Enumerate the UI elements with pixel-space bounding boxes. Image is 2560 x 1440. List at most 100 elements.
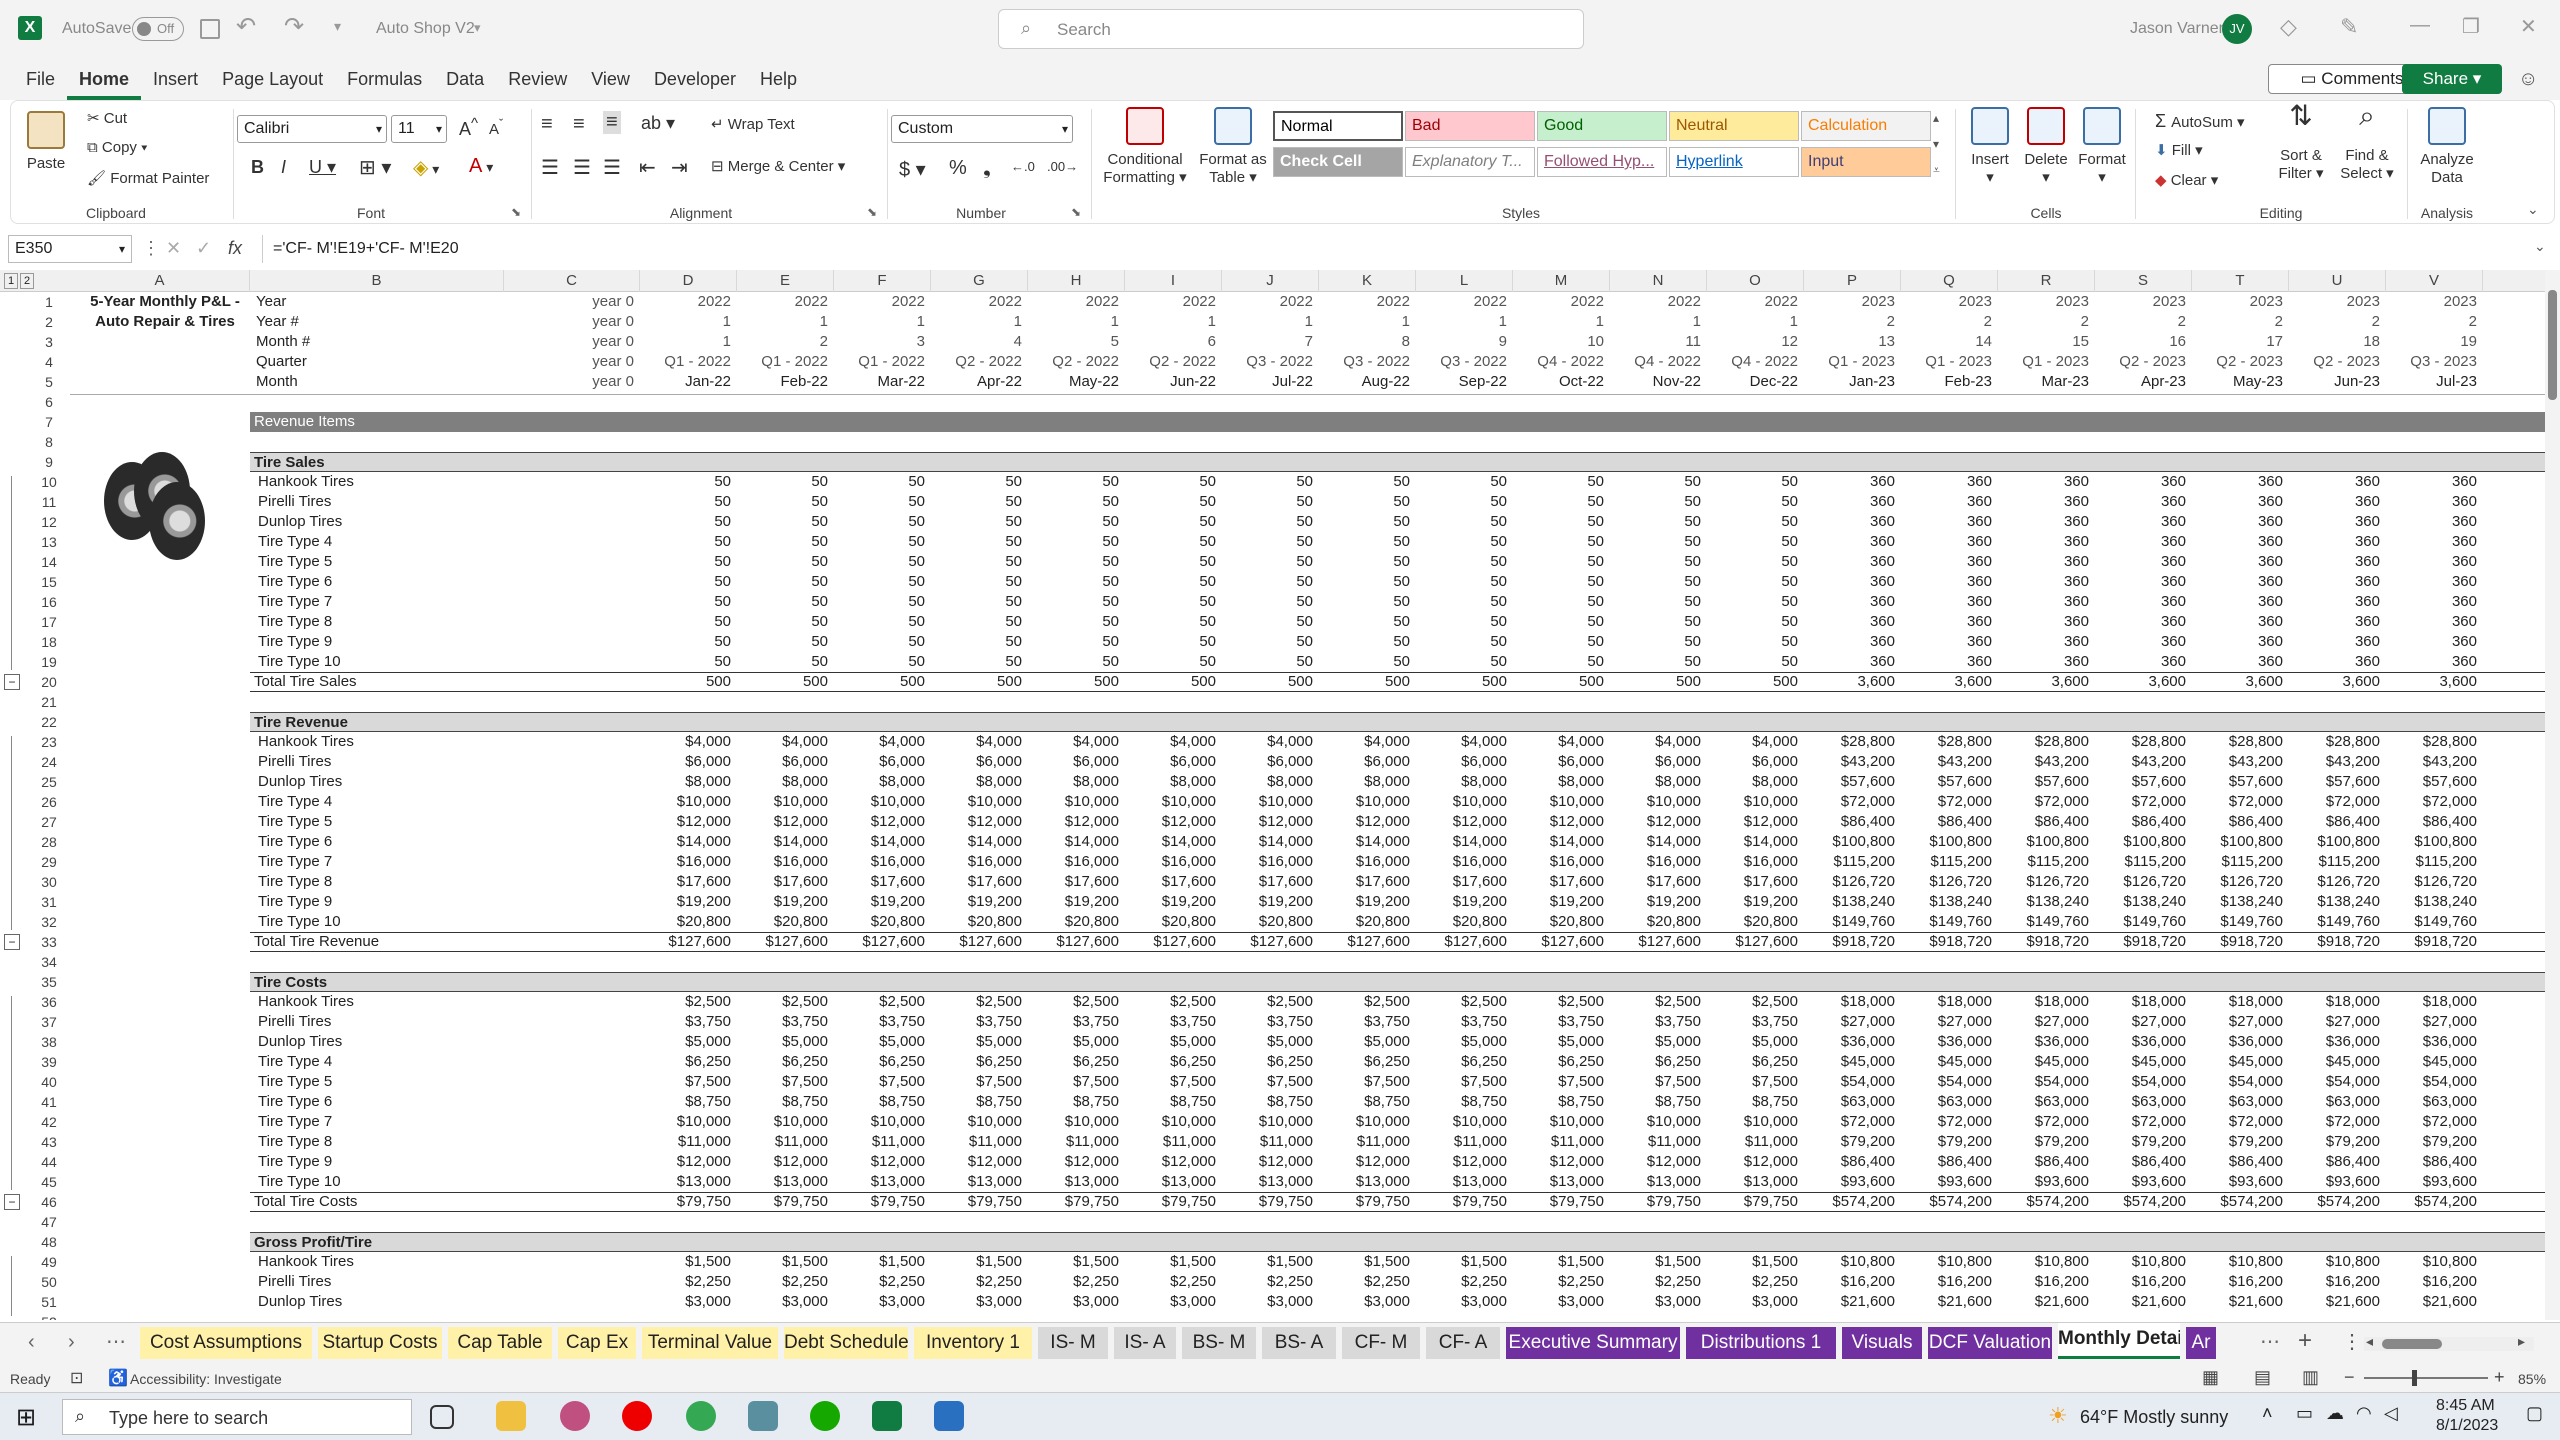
data-cell[interactable]: $20,800 xyxy=(931,912,1022,932)
data-cell[interactable]: $3,000 xyxy=(834,1292,925,1312)
column-header-v[interactable]: V xyxy=(2386,270,2483,292)
gallery-down-icon[interactable]: ▾ xyxy=(1933,137,1939,151)
data-cell[interactable]: $10,800 xyxy=(2095,1252,2186,1272)
row-label[interactable]: Hankook Tires xyxy=(258,472,498,492)
header-value[interactable]: 15 xyxy=(1998,332,2089,352)
data-cell[interactable]: $12,000 xyxy=(1125,1152,1216,1172)
data-cell[interactable]: $16,200 xyxy=(2386,1272,2477,1292)
data-cell[interactable]: $72,000 xyxy=(1901,792,1992,812)
outline-collapse-button[interactable]: − xyxy=(4,674,20,690)
format-painter-button[interactable]: 🖌 Format Painter xyxy=(87,169,209,187)
data-cell[interactable]: 360 xyxy=(1998,632,2089,652)
data-cell[interactable]: $18,000 xyxy=(1998,992,2089,1012)
data-cell[interactable]: $4,000 xyxy=(1319,732,1410,752)
data-cell[interactable]: $6,000 xyxy=(1319,752,1410,772)
data-cell[interactable]: $11,000 xyxy=(1707,1132,1798,1152)
header-value[interactable]: 1 xyxy=(931,312,1022,332)
autosum-button[interactable]: Σ AutoSum ▾ xyxy=(2155,111,2245,132)
data-cell[interactable]: $16,200 xyxy=(2095,1272,2186,1292)
data-cell[interactable]: $72,000 xyxy=(2095,1112,2186,1132)
total-cell[interactable]: $127,600 xyxy=(1707,932,1798,952)
data-cell[interactable]: 50 xyxy=(931,492,1022,512)
cell-style-1[interactable]: Bad xyxy=(1405,111,1535,141)
data-cell[interactable]: $20,800 xyxy=(1125,912,1216,932)
data-cell[interactable]: $12,000 xyxy=(737,812,828,832)
data-cell[interactable]: $14,000 xyxy=(1319,832,1410,852)
data-cell[interactable]: $4,000 xyxy=(834,732,925,752)
header-value[interactable]: Q4 - 2022 xyxy=(1610,352,1701,372)
outline-collapse-button[interactable]: − xyxy=(4,934,20,950)
data-cell[interactable]: 50 xyxy=(640,572,731,592)
section-header[interactable]: Tire Costs xyxy=(250,972,2545,992)
header-value[interactable]: Q1 - 2022 xyxy=(640,352,731,372)
row-header[interactable]: 29 xyxy=(30,852,68,872)
data-cell[interactable]: $10,000 xyxy=(1610,1112,1701,1132)
share-button[interactable]: Share ▾ xyxy=(2402,64,2502,94)
data-cell[interactable]: $100,800 xyxy=(2386,832,2477,852)
data-cell[interactable]: 50 xyxy=(1416,492,1507,512)
column-header-l[interactable]: L xyxy=(1416,270,1513,292)
data-cell[interactable]: $36,000 xyxy=(1901,1032,1992,1052)
data-cell[interactable]: $57,600 xyxy=(1804,772,1895,792)
data-cell[interactable]: 50 xyxy=(834,552,925,572)
data-cell[interactable]: $3,750 xyxy=(1222,1012,1313,1032)
data-cell[interactable]: 50 xyxy=(1513,652,1604,672)
data-cell[interactable]: $86,400 xyxy=(1901,812,1992,832)
data-cell[interactable]: 360 xyxy=(2289,552,2380,572)
sheet-tab-bs-m[interactable]: BS- M xyxy=(1182,1327,1256,1359)
total-cell[interactable]: 500 xyxy=(1028,672,1119,692)
data-cell[interactable]: $1,500 xyxy=(1319,1252,1410,1272)
row-header[interactable]: 12 xyxy=(30,512,68,532)
data-cell[interactable]: $2,250 xyxy=(1610,1272,1701,1292)
data-cell[interactable]: $5,000 xyxy=(1222,1032,1313,1052)
header-value[interactable]: 2023 xyxy=(1804,292,1895,312)
column-header-a[interactable]: A xyxy=(70,270,250,292)
data-cell[interactable]: $43,200 xyxy=(1998,752,2089,772)
menu-file[interactable]: File xyxy=(14,58,67,100)
total-cell[interactable]: $918,720 xyxy=(1804,932,1895,952)
data-cell[interactable]: 50 xyxy=(1319,552,1410,572)
data-cell[interactable]: 50 xyxy=(1319,492,1410,512)
cancel-icon[interactable]: ✕ xyxy=(166,238,181,259)
data-cell[interactable]: $13,000 xyxy=(1222,1172,1313,1192)
data-cell[interactable]: $16,000 xyxy=(1125,852,1216,872)
total-cell[interactable]: $79,750 xyxy=(1125,1192,1216,1212)
row-header[interactable]: 31 xyxy=(30,892,68,912)
row-label[interactable]: Tire Type 4 xyxy=(258,532,498,552)
sheet-tab-distributions-1[interactable]: Distributions 1 xyxy=(1686,1327,1836,1359)
data-cell[interactable]: $86,400 xyxy=(1804,1152,1895,1172)
data-cell[interactable]: $27,000 xyxy=(2095,1012,2186,1032)
tab-options-icon[interactable]: ⋮ xyxy=(2342,1329,2362,1354)
data-cell[interactable]: $6,250 xyxy=(1513,1052,1604,1072)
sheet-tab-startup-costs[interactable]: Startup Costs xyxy=(318,1327,442,1359)
row-header[interactable]: 40 xyxy=(30,1072,68,1092)
data-cell[interactable]: 50 xyxy=(1222,592,1313,612)
data-cell[interactable]: $3,750 xyxy=(1513,1012,1604,1032)
data-cell[interactable]: 50 xyxy=(931,472,1022,492)
data-cell[interactable]: 50 xyxy=(1125,592,1216,612)
total-cell[interactable]: $574,200 xyxy=(2386,1192,2477,1212)
header-value[interactable]: Nov-22 xyxy=(1610,372,1701,392)
data-cell[interactable]: 50 xyxy=(640,612,731,632)
data-cell[interactable]: 50 xyxy=(834,472,925,492)
data-cell[interactable]: 360 xyxy=(2289,632,2380,652)
column-header-g[interactable]: G xyxy=(931,270,1028,292)
data-cell[interactable]: $8,000 xyxy=(640,772,731,792)
gallery-more-icon[interactable]: ⩡ xyxy=(1933,163,1940,178)
data-cell[interactable]: $13,000 xyxy=(640,1172,731,1192)
row-header[interactable]: 16 xyxy=(30,592,68,612)
data-cell[interactable]: $12,000 xyxy=(1222,812,1313,832)
data-cell[interactable]: 50 xyxy=(1222,652,1313,672)
data-cell[interactable]: 360 xyxy=(2192,532,2283,552)
row-label[interactable]: Dunlop Tires xyxy=(258,1292,498,1312)
data-cell[interactable]: 360 xyxy=(2095,572,2186,592)
data-cell[interactable]: $10,000 xyxy=(1707,792,1798,812)
data-cell[interactable]: $12,000 xyxy=(737,1152,828,1172)
data-cell[interactable]: 360 xyxy=(1804,472,1895,492)
data-cell[interactable]: $86,400 xyxy=(2095,1152,2186,1172)
data-cell[interactable]: $8,750 xyxy=(1513,1092,1604,1112)
data-cell[interactable]: $17,600 xyxy=(1513,872,1604,892)
row-header[interactable]: 46 xyxy=(30,1192,68,1212)
row-label[interactable]: Pirelli Tires xyxy=(258,1012,498,1032)
total-cell[interactable]: $574,200 xyxy=(2095,1192,2186,1212)
